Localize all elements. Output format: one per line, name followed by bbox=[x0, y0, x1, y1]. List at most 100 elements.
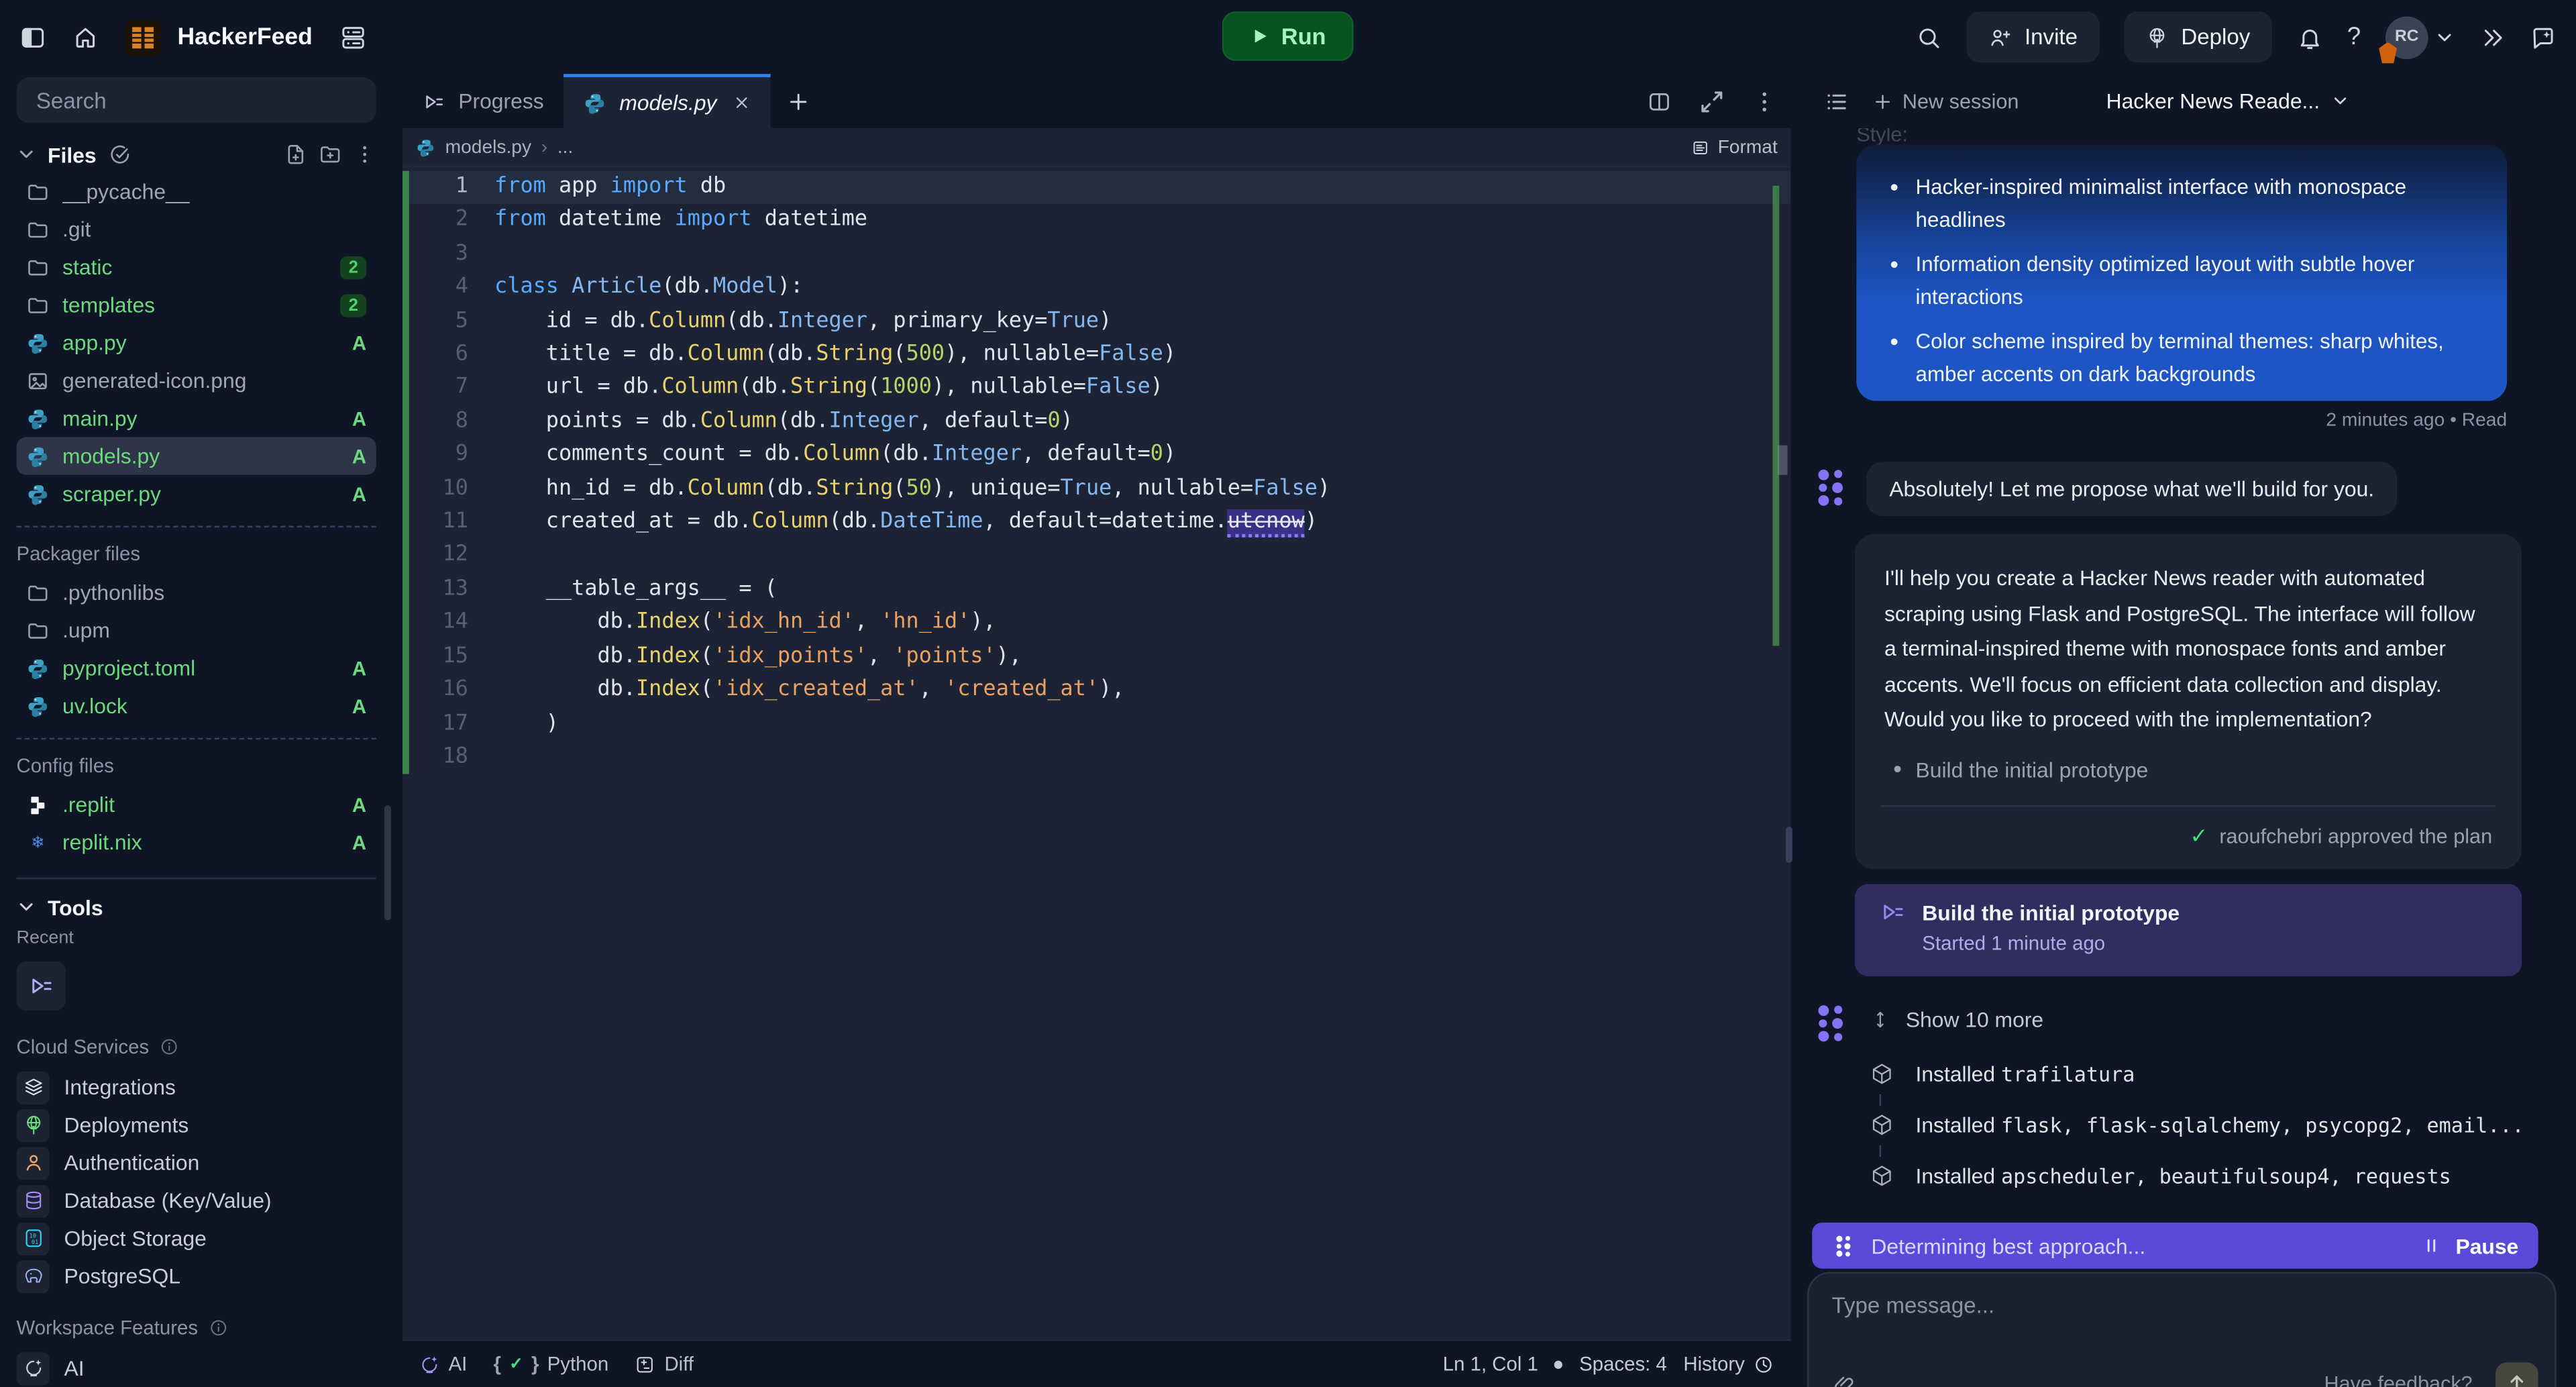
sidebar-item-ai[interactable]: AI bbox=[16, 1349, 376, 1387]
new-file-icon[interactable] bbox=[284, 143, 307, 166]
code-line[interactable]: 13 __table_args__ = ( bbox=[402, 573, 1790, 607]
tools-header[interactable]: Tools bbox=[16, 889, 376, 925]
file-item-templates[interactable]: templates2 bbox=[16, 286, 376, 323]
sidebar-item-object-storage[interactable]: 1001Object Storage bbox=[16, 1219, 376, 1257]
file-item-.replit[interactable]: .replitA bbox=[16, 786, 376, 823]
tab-models-py[interactable]: models.py bbox=[564, 74, 771, 128]
file-item-.git[interactable]: .git bbox=[16, 210, 376, 248]
info-icon[interactable] bbox=[159, 1037, 178, 1056]
editor-scrollbar-thumb[interactable] bbox=[1778, 446, 1788, 475]
file-item-.pythonlibs[interactable]: .pythonlibs bbox=[16, 574, 376, 611]
breadcrumb-more[interactable]: ... bbox=[557, 137, 573, 156]
file-item-pyproject.toml[interactable]: pyproject.tomlA bbox=[16, 649, 376, 686]
code-line[interactable]: 16 db.Index('idx_created_at', 'created_a… bbox=[402, 674, 1790, 707]
line-number: 17 bbox=[402, 707, 494, 741]
sidebar-item-integrations[interactable]: Integrations bbox=[16, 1068, 376, 1106]
attach-icon[interactable] bbox=[1832, 1372, 1857, 1387]
account-menu[interactable]: RC bbox=[2385, 15, 2455, 58]
code-line[interactable]: 15 db.Index('idx_points', 'points'), bbox=[402, 640, 1790, 674]
file-checks-icon[interactable] bbox=[108, 143, 131, 166]
sidebar-item-database-key-value[interactable]: Database (Key/Value) bbox=[16, 1182, 376, 1219]
file-item-app.py[interactable]: app.pyA bbox=[16, 323, 376, 361]
code-line[interactable]: 14 db.Index('idx_hn_id', 'hn_id'), bbox=[402, 607, 1790, 640]
project-icon[interactable] bbox=[125, 19, 161, 55]
file-item-replit.nix[interactable]: ❄replit.nixA bbox=[16, 823, 376, 861]
panel-scrollbar-thumb[interactable] bbox=[1786, 827, 1792, 863]
code-line[interactable]: 2from datetime import datetime bbox=[402, 205, 1790, 238]
code-line[interactable]: 5 id = db.Column(db.Integer, primary_key… bbox=[402, 305, 1790, 339]
format-button[interactable]: Format bbox=[1690, 137, 1778, 156]
project-title[interactable]: HackerFeed bbox=[177, 24, 312, 50]
code-line[interactable]: 9 comments_count = db.Column(db.Integer,… bbox=[402, 439, 1790, 472]
collapse-right-icon[interactable] bbox=[2479, 24, 2506, 50]
code-line[interactable]: 7 url = db.Column(db.String(1000), nulla… bbox=[402, 372, 1790, 406]
expand-icon[interactable] bbox=[1699, 88, 1725, 114]
file-item-generated-icon.png[interactable]: generated-icon.png bbox=[16, 362, 376, 399]
file-item-.upm[interactable]: .upm bbox=[16, 611, 376, 649]
status-ai[interactable]: AI bbox=[419, 1353, 467, 1376]
split-view-icon[interactable] bbox=[1646, 88, 1672, 114]
file-item-main.py[interactable]: main.pyA bbox=[16, 399, 376, 437]
session-title[interactable]: Hacker News Reade... bbox=[2106, 74, 2350, 128]
status-diff[interactable]: Diff bbox=[635, 1353, 694, 1376]
sidebar-scrollbar-thumb[interactable] bbox=[384, 805, 391, 920]
file-item-uv.lock[interactable]: uv.lockA bbox=[16, 687, 376, 725]
task-card[interactable]: Build the initial prototype Started 1 mi… bbox=[1855, 884, 2522, 976]
code-line[interactable]: 4class Article(db.Model): bbox=[402, 272, 1790, 305]
file-item-scraper.py[interactable]: scraper.pyA bbox=[16, 475, 376, 513]
new-folder-icon[interactable] bbox=[319, 143, 341, 166]
search-input[interactable]: Search bbox=[16, 77, 376, 123]
sidebar-item-postgresql[interactable]: PostgreSQL bbox=[16, 1257, 376, 1294]
breadcrumb-file[interactable]: models.py bbox=[445, 137, 531, 156]
session-list-icon[interactable] bbox=[1823, 88, 1849, 114]
chevron-down-icon[interactable] bbox=[16, 145, 36, 164]
code-line[interactable]: 17 ) bbox=[402, 707, 1790, 741]
info-icon[interactable] bbox=[208, 1318, 227, 1337]
send-button[interactable] bbox=[2496, 1362, 2538, 1387]
file-item-__pycache__[interactable]: __pycache__ bbox=[16, 172, 376, 210]
user-message-bullet: Color scheme inspired by terminal themes… bbox=[1916, 325, 2478, 390]
code-line[interactable]: 11 created_at = db.Column(db.DateTime, d… bbox=[402, 506, 1790, 540]
workspace-features-label: Workspace Features bbox=[16, 1315, 376, 1341]
recent-progress-tool[interactable] bbox=[16, 962, 65, 1011]
files-menu-icon[interactable] bbox=[354, 143, 376, 166]
feedback-link[interactable]: Have feedback? bbox=[2324, 1372, 2472, 1387]
status-language[interactable]: {✓} Python bbox=[494, 1353, 609, 1376]
home-icon[interactable] bbox=[72, 24, 99, 50]
new-tab-button[interactable] bbox=[771, 74, 826, 128]
search-icon[interactable] bbox=[1916, 24, 1942, 50]
close-tab-icon[interactable] bbox=[733, 94, 751, 112]
file-item-models.py[interactable]: models.pyA bbox=[16, 437, 376, 474]
run-button[interactable]: Run bbox=[1222, 11, 1354, 60]
message-composer[interactable]: Type message... Have feedback? bbox=[1807, 1272, 2557, 1387]
ai-chat-icon[interactable] bbox=[2530, 24, 2556, 50]
indentation[interactable]: Spaces: 4 bbox=[1579, 1353, 1667, 1376]
tab-progress[interactable]: Progress bbox=[402, 74, 564, 128]
code-line[interactable]: 10 hn_id = db.Column(db.String(50), uniq… bbox=[402, 472, 1790, 506]
code-line[interactable]: 6 title = db.Column(db.String(500), null… bbox=[402, 339, 1790, 372]
repl-resources-icon[interactable] bbox=[339, 22, 368, 52]
file-item-static[interactable]: static2 bbox=[16, 248, 376, 286]
invite-button[interactable]: Invite bbox=[1967, 11, 2099, 62]
code-line[interactable]: 12 bbox=[402, 540, 1790, 573]
help-icon[interactable]: ? bbox=[2347, 23, 2361, 51]
chevron-down-icon bbox=[16, 897, 36, 917]
sidebar-item-deployments[interactable]: Deployments bbox=[16, 1106, 376, 1143]
sidebar-item-authentication[interactable]: Authentication bbox=[16, 1143, 376, 1181]
notifications-icon[interactable] bbox=[2296, 24, 2322, 50]
code-line[interactable]: 8 points = db.Column(db.Integer, default… bbox=[402, 406, 1790, 440]
code-line[interactable]: 18 bbox=[402, 741, 1790, 774]
code-editor[interactable]: 1from app import db2from datetime import… bbox=[402, 168, 1790, 1339]
show-more-button[interactable]: Show 10 more bbox=[1870, 1007, 2043, 1032]
new-session-button[interactable]: New session bbox=[1873, 89, 2019, 112]
cursor-position[interactable]: Ln 1, Col 1 bbox=[1443, 1353, 1538, 1376]
editor-menu-icon[interactable] bbox=[1752, 88, 1778, 114]
history-button[interactable]: History bbox=[1683, 1353, 1774, 1376]
pause-button[interactable]: Pause bbox=[2421, 1233, 2518, 1258]
deploy-button[interactable]: Deploy bbox=[2124, 11, 2271, 62]
code-line[interactable]: 1from app import db bbox=[402, 171, 1790, 205]
code-line[interactable]: 3 bbox=[402, 238, 1790, 272]
elephant-icon bbox=[22, 1266, 44, 1287]
sidebar-toggle-icon[interactable] bbox=[19, 24, 46, 50]
service-icon-box: 1001 bbox=[16, 1222, 49, 1255]
